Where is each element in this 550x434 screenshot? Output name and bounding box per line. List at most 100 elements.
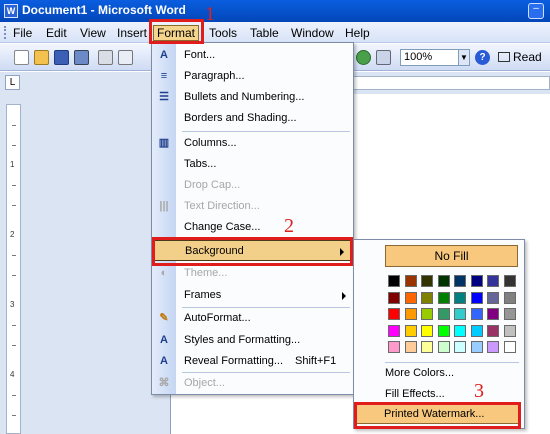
- zoom-select[interactable]: 100%: [400, 49, 460, 66]
- color-swatch[interactable]: [503, 324, 516, 337]
- color-swatch[interactable]: [421, 341, 433, 353]
- color-swatch[interactable]: [388, 341, 400, 353]
- color-swatch[interactable]: [454, 308, 466, 320]
- menu-view[interactable]: View: [77, 25, 109, 41]
- menu-tools[interactable]: Tools: [206, 25, 240, 41]
- color-swatch[interactable]: [503, 341, 516, 353]
- menu-insert[interactable]: Insert: [114, 25, 150, 41]
- menu-item-label: Tabs...: [184, 158, 217, 170]
- color-swatch[interactable]: [470, 324, 483, 337]
- menu-item-label: Columns...: [184, 137, 237, 149]
- color-swatch[interactable]: [454, 275, 466, 287]
- menu-item-change-case[interactable]: Change Case...: [152, 217, 353, 238]
- permission-icon[interactable]: [74, 50, 89, 65]
- save-icon[interactable]: [54, 50, 69, 65]
- menu-item-bullets-numbering[interactable]: ☰ Bullets and Numbering...: [152, 87, 353, 108]
- table-grid-icon[interactable]: [376, 50, 391, 65]
- color-swatch[interactable]: [437, 341, 450, 353]
- color-swatch[interactable]: [404, 324, 417, 337]
- menu-window[interactable]: Window: [288, 25, 337, 41]
- menu-item-drop-cap: Drop Cap...: [152, 175, 353, 196]
- menu-item-styles-formatting[interactable]: A Styles and Formatting...: [152, 330, 353, 351]
- menu-item-paragraph[interactable]: ≡ Paragraph...: [152, 66, 353, 87]
- color-swatch[interactable]: [454, 324, 466, 337]
- color-swatch[interactable]: [388, 324, 400, 337]
- color-swatch[interactable]: [503, 308, 516, 320]
- autoformat-icon: ✎: [159, 312, 169, 324]
- color-swatch[interactable]: [487, 324, 499, 337]
- color-swatch[interactable]: [487, 275, 499, 287]
- menu-item-frames[interactable]: Frames: [152, 285, 353, 306]
- menu-table[interactable]: Table: [247, 25, 282, 41]
- color-swatch[interactable]: [388, 308, 400, 320]
- menu-file[interactable]: File: [10, 25, 35, 41]
- menu-item-label: Object...: [184, 377, 225, 389]
- step-number-2: 2: [284, 215, 294, 237]
- color-swatch[interactable]: [487, 291, 499, 304]
- paragraph-icon: ≡: [160, 70, 168, 82]
- color-swatch[interactable]: [421, 308, 433, 320]
- drawing-icon[interactable]: [356, 50, 371, 65]
- color-swatch[interactable]: [388, 275, 400, 287]
- color-swatch[interactable]: [437, 275, 450, 287]
- color-swatch[interactable]: [487, 308, 499, 320]
- color-swatch[interactable]: [404, 291, 417, 304]
- styles-icon: A: [160, 334, 168, 346]
- menu-edit[interactable]: Edit: [43, 25, 70, 41]
- color-swatch[interactable]: [404, 308, 417, 320]
- more-colors-item[interactable]: More Colors...: [385, 364, 454, 382]
- menu-item-font[interactable]: A Font...: [152, 45, 353, 66]
- menu-item-reveal-formatting[interactable]: A Reveal Formatting... Shift+F1: [152, 351, 353, 372]
- open-folder-icon[interactable]: [34, 50, 49, 65]
- menu-help[interactable]: Help: [342, 25, 373, 41]
- menu-item-tabs[interactable]: Tabs...: [152, 154, 353, 175]
- help-icon[interactable]: ?: [475, 50, 490, 65]
- color-swatch[interactable]: [503, 291, 516, 304]
- color-swatch[interactable]: [454, 341, 466, 353]
- color-swatch[interactable]: [470, 275, 483, 287]
- word-app-icon[interactable]: W: [4, 4, 18, 18]
- menu-item-label: Borders and Shading...: [184, 112, 297, 124]
- tab-selector[interactable]: L: [5, 75, 20, 90]
- color-swatch[interactable]: [421, 291, 433, 304]
- submenu-separator: [385, 362, 519, 363]
- color-swatch[interactable]: [421, 275, 433, 287]
- font-a-icon: A: [160, 49, 168, 61]
- color-swatch[interactable]: [503, 275, 516, 287]
- vertical-ruler[interactable]: 1 2 3 4: [6, 104, 21, 434]
- color-swatch[interactable]: [470, 341, 483, 353]
- background-submenu: No Fill More Colors... Fill Effects... P…: [353, 239, 525, 429]
- color-swatch[interactable]: [437, 291, 450, 304]
- menu-item-autoformat[interactable]: ✎ AutoFormat...: [152, 308, 353, 329]
- color-swatch[interactable]: [437, 324, 450, 337]
- minimize-icon[interactable]: –: [528, 3, 544, 19]
- print-preview-icon[interactable]: [118, 50, 133, 65]
- color-swatch[interactable]: [454, 291, 466, 304]
- menu-item-label: Bullets and Numbering...: [184, 91, 305, 103]
- color-swatch[interactable]: [404, 275, 417, 287]
- menu-item-shortcut: Shift+F1: [295, 355, 337, 367]
- print-icon[interactable]: [98, 50, 113, 65]
- new-document-icon[interactable]: [14, 50, 29, 65]
- no-fill-button[interactable]: No Fill: [385, 245, 518, 267]
- callout-box-printed-watermark: [354, 402, 521, 429]
- color-swatch[interactable]: [404, 341, 417, 353]
- menu-item-label: Frames: [184, 289, 222, 301]
- bullets-icon: ☰: [159, 91, 169, 103]
- menubar-grip-handle[interactable]: [4, 26, 7, 39]
- format-menu: A Font... ≡ Paragraph... ☰ Bullets and N…: [151, 42, 354, 395]
- color-swatch[interactable]: [487, 341, 499, 353]
- callout-box-format-menu: [149, 19, 204, 44]
- color-swatch[interactable]: [421, 324, 433, 337]
- fill-effects-item[interactable]: Fill Effects...: [385, 385, 445, 403]
- color-swatch[interactable]: [388, 291, 400, 304]
- color-swatch[interactable]: [437, 308, 450, 320]
- menu-item-columns[interactable]: ▥ Columns...: [152, 133, 353, 154]
- zoom-dropdown-icon[interactable]: ▼: [458, 49, 470, 66]
- color-swatch[interactable]: [470, 291, 483, 304]
- menu-item-label: AutoFormat...: [184, 312, 251, 324]
- read-button[interactable]: Read: [498, 49, 542, 66]
- text-direction-icon: |||: [159, 200, 169, 212]
- color-swatch[interactable]: [470, 308, 483, 320]
- menu-item-borders-shading[interactable]: Borders and Shading...: [152, 108, 353, 129]
